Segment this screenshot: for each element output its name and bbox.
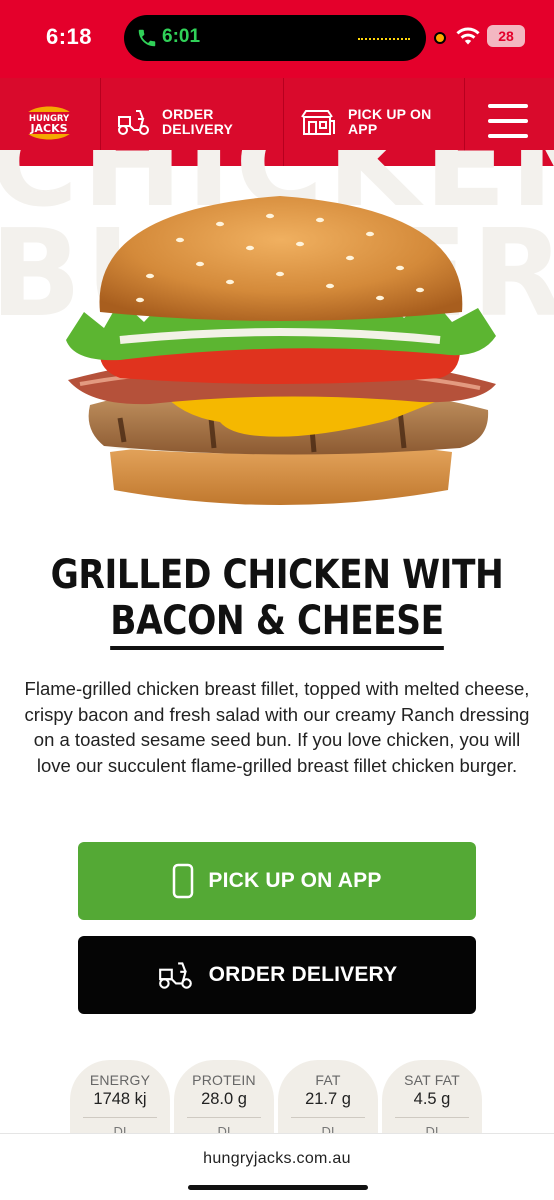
nutrition-value: 1748 kj xyxy=(93,1090,147,1108)
hamburger-menu-icon[interactable] xyxy=(488,104,530,138)
hungry-jacks-logo[interactable]: HUNGRY JACKS xyxy=(18,90,80,154)
smartphone-icon xyxy=(173,863,194,899)
divider xyxy=(291,1117,365,1118)
product-title-line-2: BACON & CHEESE xyxy=(110,598,444,650)
status-time: 6:18 xyxy=(46,24,93,49)
dynamic-island[interactable]: 6:01 xyxy=(124,15,426,61)
nav-delivery-label: ORDER DELIVERY xyxy=(162,106,234,137)
svg-text:JACKS: JACKS xyxy=(29,122,67,135)
microphone-indicator-icon xyxy=(434,32,446,44)
nutrition-label: PROTEIN xyxy=(192,1072,256,1088)
scooter-icon xyxy=(158,962,192,989)
nutrition-label: ENERGY xyxy=(89,1072,151,1088)
nutrition-value: 28.0 g xyxy=(201,1090,247,1108)
nav-pickup-label: PICK UP ON APP xyxy=(348,106,432,137)
product-title: GRILLED CHICKEN WITH BACON & CHEESE xyxy=(39,552,515,650)
status-bar: 6:18 6:01 28 xyxy=(0,0,554,78)
wifi-icon xyxy=(456,27,480,45)
nutrition-label: SAT FAT xyxy=(404,1072,460,1088)
store-icon xyxy=(301,110,335,135)
nutrition-value: 21.7 g xyxy=(305,1090,351,1108)
product-image xyxy=(66,196,496,505)
divider xyxy=(395,1117,469,1118)
nutrition-value: 4.5 g xyxy=(413,1090,451,1108)
pick-up-on-app-button[interactable]: PICK UP ON APP xyxy=(78,842,476,920)
pick-up-on-app-label: PICK UP ON APP xyxy=(208,869,382,892)
audio-waveform-icon xyxy=(358,38,410,40)
scooter-icon xyxy=(118,110,149,135)
nutrition-label: FAT xyxy=(315,1072,341,1088)
url-text[interactable]: hungryjacks.com.au xyxy=(0,1150,554,1168)
phone-call-icon xyxy=(138,29,156,47)
order-delivery-label: ORDER DELIVERY xyxy=(208,963,398,986)
browser-url-bar: hungryjacks.com.au xyxy=(0,1133,554,1200)
order-delivery-button[interactable]: ORDER DELIVERY xyxy=(78,936,476,1014)
product-title-line-1: GRILLED CHICKEN WITH xyxy=(50,552,504,598)
home-indicator[interactable] xyxy=(188,1185,368,1190)
call-duration: 6:01 xyxy=(162,26,201,47)
battery-indicator: 28 xyxy=(487,25,525,47)
divider xyxy=(187,1117,261,1118)
divider xyxy=(83,1117,157,1118)
product-description: Flame-grilled chicken breast fillet, top… xyxy=(24,678,530,776)
